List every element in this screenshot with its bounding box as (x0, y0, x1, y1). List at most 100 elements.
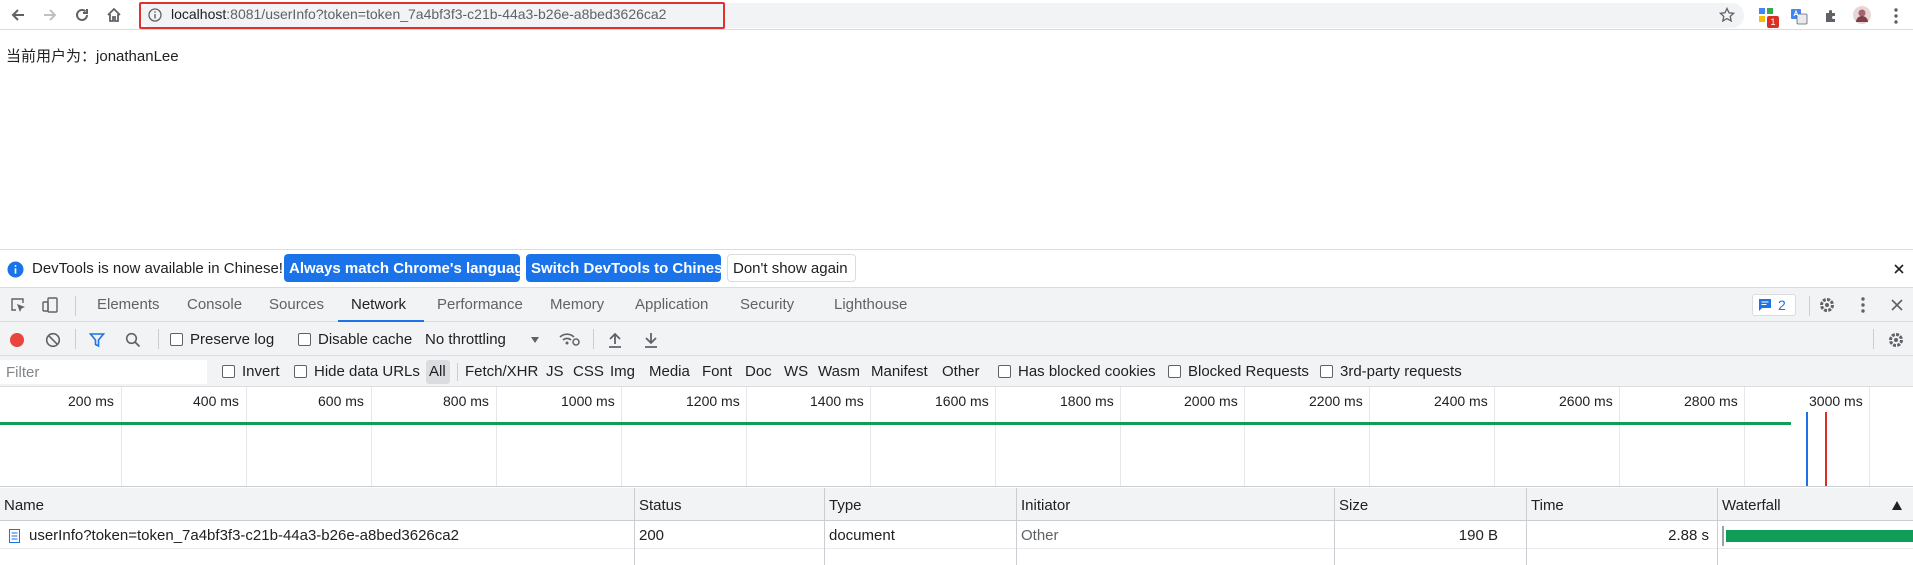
blocked-requests-checkbox[interactable] (1168, 365, 1181, 378)
disable-cache-checkbox[interactable] (298, 333, 311, 346)
tab-divider-right (1809, 296, 1810, 316)
type-filter-fetch-xhr[interactable]: Fetch/XHR (465, 363, 538, 380)
reload-button[interactable] (70, 3, 94, 27)
type-filter-js[interactable]: JS (546, 363, 564, 380)
invert-checkbox[interactable] (222, 365, 235, 378)
column-separator[interactable] (634, 488, 635, 565)
always-match-language-button[interactable]: Always match Chrome's language (284, 254, 532, 282)
column-header-type[interactable]: Type (829, 497, 862, 514)
switch-devtools-chinese-button[interactable]: Switch DevTools to Chinese (526, 254, 731, 282)
request-initiator: Other (1021, 527, 1059, 544)
type-filter-all[interactable]: All (429, 363, 446, 380)
toolbar-divider (1873, 329, 1874, 349)
dont-show-again-button[interactable]: Don't show again (727, 254, 856, 282)
hide-data-urls-label: Hide data URLs (314, 363, 420, 380)
url-path: :8081/userInfo?token=token_7a4bf3f3-c21b… (226, 6, 667, 22)
devtools-menu-icon[interactable] (1853, 295, 1873, 315)
table-row[interactable]: userInfo?token=token_7a4bf3f3-c21b-44a3-… (0, 521, 1913, 549)
type-filter-wasm[interactable]: Wasm (818, 363, 860, 380)
url-text[interactable]: localhost:8081/userInfo?token=token_7a4b… (171, 6, 666, 22)
type-filter-font[interactable]: Font (702, 363, 732, 380)
forward-button[interactable] (38, 3, 62, 27)
column-header-name[interactable]: Name (4, 497, 44, 514)
type-filter-img[interactable]: Img (610, 363, 635, 380)
extensions-puzzle-icon[interactable] (1820, 5, 1842, 27)
column-separator[interactable] (1526, 488, 1527, 565)
blocked-requests-toggle[interactable]: Blocked Requests (1168, 363, 1309, 380)
type-filter-doc[interactable]: Doc (745, 363, 772, 380)
column-header-waterfall[interactable]: Waterfall (1722, 497, 1781, 514)
type-filter-ws[interactable]: WS (784, 363, 808, 380)
timeline-tick: 1600 ms (935, 393, 989, 409)
translate-icon[interactable] (1788, 5, 1810, 27)
waterfall-start-tick (1722, 526, 1724, 546)
tab-memory[interactable]: Memory (550, 296, 604, 313)
back-button[interactable] (6, 3, 30, 27)
device-toolbar-icon[interactable] (40, 295, 60, 315)
type-filter-media[interactable]: Media (649, 363, 690, 380)
bookmark-star-icon[interactable] (1718, 6, 1736, 24)
disable-cache-toggle[interactable]: Disable cache (298, 331, 412, 348)
hide-data-urls-checkbox[interactable] (294, 365, 307, 378)
filter-input[interactable] (0, 360, 207, 384)
column-separator[interactable] (1334, 488, 1335, 565)
close-devtools-icon[interactable] (1887, 295, 1907, 315)
inspect-element-icon[interactable] (8, 295, 28, 315)
timeline-tick: 800 ms (443, 393, 489, 409)
waterfall-bar (1726, 530, 1913, 542)
network-settings-icon[interactable] (1886, 330, 1906, 350)
type-filter-manifest[interactable]: Manifest (871, 363, 928, 380)
network-conditions-icon[interactable] (558, 330, 580, 348)
import-har-icon[interactable] (606, 331, 623, 348)
settings-gear-icon[interactable] (1817, 295, 1837, 315)
network-overview-timeline[interactable]: 200 ms 400 ms 600 ms 800 ms 1000 ms 1200… (0, 387, 1913, 487)
tab-performance[interactable]: Performance (437, 296, 523, 313)
request-status: 200 (639, 527, 665, 544)
export-har-icon[interactable] (642, 331, 659, 348)
has-blocked-cookies-toggle[interactable]: Has blocked cookies (998, 363, 1156, 380)
tab-network[interactable]: Network (351, 296, 406, 313)
tab-security[interactable]: Security (740, 296, 794, 313)
column-header-initiator[interactable]: Initiator (1021, 497, 1070, 514)
tab-console[interactable]: Console (187, 296, 242, 313)
invert-toggle[interactable]: Invert (222, 363, 280, 380)
current-user-label: 当前用户为： (6, 48, 97, 65)
home-button[interactable] (102, 3, 126, 27)
chrome-menu-icon[interactable] (1886, 5, 1906, 27)
has-blocked-cookies-label: Has blocked cookies (1018, 363, 1156, 380)
clear-icon[interactable] (44, 331, 61, 348)
hide-data-urls-toggle[interactable]: Hide data URLs (294, 363, 420, 380)
has-blocked-cookies-checkbox[interactable] (998, 365, 1011, 378)
tab-sources[interactable]: Sources (269, 296, 324, 313)
third-party-checkbox[interactable] (1320, 365, 1333, 378)
sort-ascending-icon[interactable] (1891, 499, 1903, 511)
preserve-log-toggle[interactable]: Preserve log (170, 331, 274, 348)
filter-funnel-icon[interactable] (88, 331, 105, 348)
column-header-size[interactable]: Size (1339, 497, 1368, 514)
timeline-tick: 1800 ms (1060, 393, 1114, 409)
column-separator[interactable] (1717, 488, 1718, 565)
close-infobar-icon[interactable] (1890, 260, 1908, 278)
type-filter-css[interactable]: CSS (573, 363, 604, 380)
record-icon[interactable] (8, 331, 25, 348)
caret-down-icon (530, 336, 539, 343)
tab-elements[interactable]: Elements (97, 296, 160, 313)
profile-avatar[interactable] (1851, 4, 1873, 26)
site-info-icon[interactable] (148, 8, 162, 22)
column-separator[interactable] (1016, 488, 1017, 565)
issues-counter-button[interactable]: 2 (1752, 294, 1796, 316)
third-party-toggle[interactable]: 3rd-party requests (1320, 363, 1462, 380)
current-user-line: 当前用户为：jonathanLee (6, 45, 179, 66)
column-header-status[interactable]: Status (639, 497, 682, 514)
throttling-select[interactable]: No throttling (425, 331, 540, 348)
request-name[interactable]: userInfo?token=token_7a4bf3f3-c21b-44a3-… (29, 527, 459, 544)
type-filter-other[interactable]: Other (942, 363, 980, 380)
column-header-time[interactable]: Time (1531, 497, 1564, 514)
search-icon[interactable] (124, 331, 141, 348)
tab-lighthouse[interactable]: Lighthouse (834, 296, 907, 313)
preserve-log-label: Preserve log (190, 331, 275, 348)
back-arrow-icon (11, 9, 24, 21)
column-separator[interactable] (824, 488, 825, 565)
preserve-log-checkbox[interactable] (170, 333, 183, 346)
tab-application[interactable]: Application (635, 296, 708, 313)
